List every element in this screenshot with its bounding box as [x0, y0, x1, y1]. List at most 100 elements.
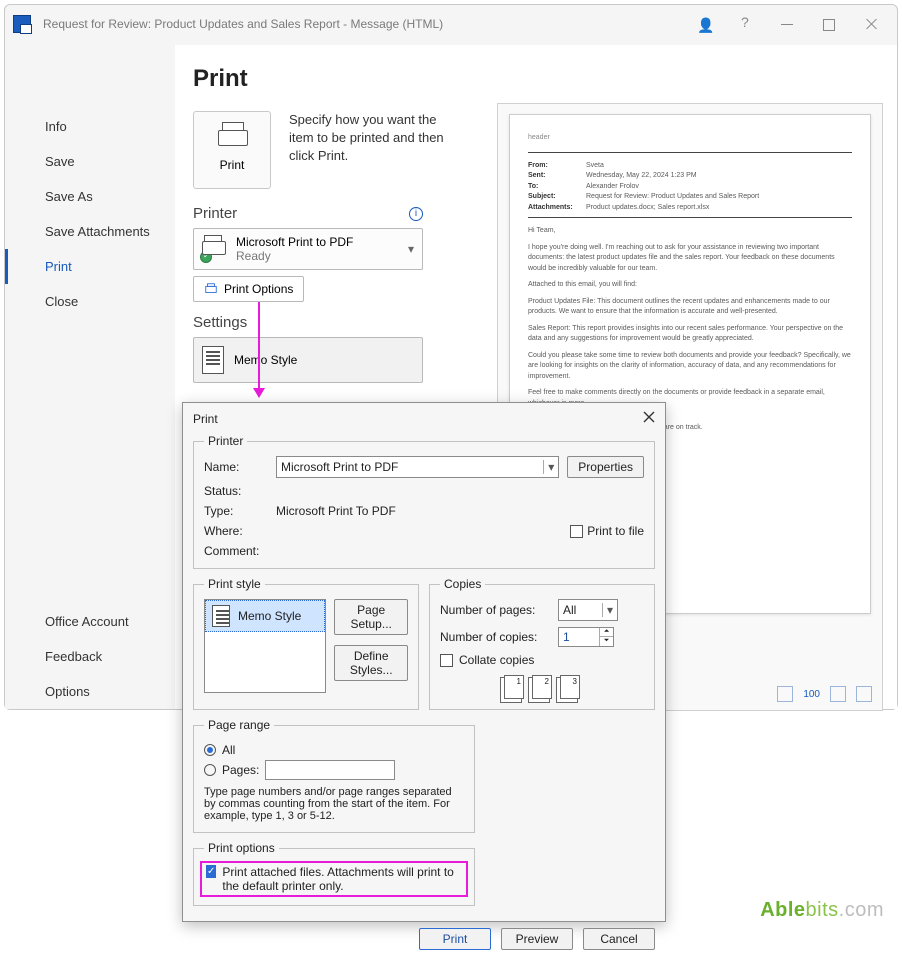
printer-dropdown[interactable]: Microsoft Print to PDF Ready ▾ — [193, 228, 423, 270]
titlebar: Request for Review: Product Updates and … — [5, 5, 897, 43]
properties-button[interactable]: Properties — [567, 456, 644, 478]
sidebar-item-feedback[interactable]: Feedback — [5, 639, 175, 674]
copies-fieldset: Copies Number of pages: All ▾ Number of … — [429, 577, 655, 710]
style-dropdown[interactable]: Memo Style — [193, 337, 423, 383]
num-pages-select[interactable]: All ▾ — [558, 599, 618, 621]
print-options-button[interactable]: Print Options — [193, 276, 304, 302]
page-range-fieldset: Page range All Pages: Type page numbers … — [193, 718, 475, 833]
copies-legend: Copies — [440, 577, 485, 591]
maximize-icon[interactable] — [823, 17, 837, 31]
preview-header: header — [528, 133, 852, 144]
style-name: Memo Style — [234, 353, 297, 367]
page-setup-button[interactable]: Page Setup... — [334, 599, 408, 635]
num-copies-label: Number of copies: — [440, 630, 552, 644]
dialog-preview-button[interactable]: Preview — [501, 928, 573, 950]
printer-name-select[interactable]: Microsoft Print to PDF ▾ — [276, 456, 559, 478]
settings-section-label: Settings — [193, 314, 423, 331]
define-styles-button[interactable]: Define Styles... — [334, 645, 408, 681]
multi-page-icon[interactable] — [856, 686, 872, 702]
print-options-label: Print Options — [224, 282, 293, 296]
radio-pages[interactable] — [204, 764, 216, 776]
window-controls: 👤 — [697, 17, 889, 31]
collate-illustration: 1 2 3 — [440, 675, 644, 699]
memo-style-icon — [212, 605, 230, 627]
zoom-value: 100 — [803, 689, 820, 700]
chevron-down-icon: ▾ — [543, 460, 554, 474]
sidebar-item-save-attachments[interactable]: Save Attachments — [5, 214, 175, 249]
print-attached-label: Print attached files. Attachments will p… — [222, 865, 462, 893]
page-range-legend: Page range — [204, 718, 274, 732]
sidebar-item-close[interactable]: Close — [5, 284, 175, 319]
name-label: Name: — [204, 460, 268, 474]
print-to-file-checkbox[interactable] — [570, 525, 583, 538]
pages-input[interactable] — [265, 760, 395, 780]
print-description: Specify how you want the item to be prin… — [289, 111, 459, 189]
num-pages-label: Number of pages: — [440, 603, 552, 617]
window-title: Request for Review: Product Updates and … — [43, 17, 443, 31]
actual-size-icon[interactable] — [830, 686, 846, 702]
outlook-app-icon — [13, 15, 31, 33]
preview-meta: From:Sveta Sent:Wednesday, May 22, 2024 … — [528, 161, 852, 214]
printer-legend: Printer — [204, 434, 247, 448]
printer-name-value: Microsoft Print to PDF — [281, 460, 398, 474]
print-dialog: Print Printer Name: Microsoft Print to P… — [182, 402, 666, 922]
sidebar-item-save[interactable]: Save — [5, 144, 175, 179]
print-attached-checkbox[interactable] — [206, 865, 216, 878]
dialog-title: Print — [193, 412, 218, 426]
backstage-sidebar: Info Save Save As Save Attachments Print… — [5, 45, 175, 709]
print-style-legend: Print style — [204, 577, 265, 591]
dialog-cancel-button[interactable]: Cancel — [583, 928, 655, 950]
ablebits-watermark: Ablebits.com — [760, 899, 884, 922]
zoom-page-icon[interactable] — [777, 686, 793, 702]
dialog-print-button[interactable]: Print — [419, 928, 491, 950]
sidebar-item-info[interactable]: Info — [5, 109, 175, 144]
minimize-icon[interactable] — [781, 17, 795, 31]
chevron-down-icon: ▾ — [408, 242, 414, 256]
close-dialog-icon[interactable] — [643, 411, 655, 426]
num-pages-value: All — [563, 603, 576, 617]
num-copies-input[interactable]: 1 ⏶⏷ — [558, 627, 614, 647]
type-label: Type: — [204, 504, 268, 518]
spin-buttons[interactable]: ⏶⏷ — [599, 628, 613, 646]
style-item-memo[interactable]: Memo Style — [205, 600, 325, 632]
print-button[interactable]: Print — [193, 111, 271, 189]
print-options-legend: Print options — [204, 841, 279, 855]
radio-all[interactable] — [204, 744, 216, 756]
memo-style-icon — [202, 346, 224, 374]
printer-name: Microsoft Print to PDF — [236, 235, 353, 249]
printer-icon — [218, 128, 246, 152]
account-icon[interactable]: 👤 — [697, 17, 711, 31]
type-value: Microsoft Print To PDF — [276, 504, 559, 518]
collate-checkbox[interactable] — [440, 654, 453, 667]
info-icon[interactable]: i — [409, 207, 423, 221]
collate-label: Collate copies — [459, 653, 534, 667]
sidebar-item-options[interactable]: Options — [5, 674, 175, 709]
chevron-down-icon: ▾ — [602, 603, 613, 617]
status-label: Status: — [204, 484, 268, 498]
sidebar-item-print[interactable]: Print — [5, 249, 175, 284]
num-copies-value: 1 — [559, 630, 599, 644]
radio-pages-label: Pages: — [222, 763, 259, 777]
print-options-fieldset: Print options Print attached files. Atta… — [193, 841, 475, 906]
help-icon[interactable] — [739, 17, 753, 31]
print-style-list[interactable]: Memo Style — [204, 599, 326, 693]
sidebar-item-save-as[interactable]: Save As — [5, 179, 175, 214]
close-window-icon[interactable] — [865, 17, 879, 31]
sidebar-item-office-account[interactable]: Office Account — [5, 604, 175, 639]
highlight-annotation: Print attached files. Attachments will p… — [200, 861, 468, 897]
comment-label: Comment: — [204, 544, 268, 558]
page-range-hint: Type page numbers and/or page ranges sep… — [204, 786, 464, 822]
print-to-file-label: Print to file — [587, 524, 644, 538]
print-button-label: Print — [220, 158, 245, 172]
page-title: Print — [193, 65, 879, 93]
print-options-icon — [204, 282, 218, 296]
printer-section-label: Printer i — [193, 205, 423, 222]
where-label: Where: — [204, 524, 268, 538]
preview-tools: 100 — [777, 686, 872, 702]
printer-status: Ready — [236, 249, 353, 263]
radio-all-label: All — [222, 743, 235, 757]
style-item-label: Memo Style — [238, 609, 301, 623]
printer-fieldset: Printer Name: Microsoft Print to PDF ▾ P… — [193, 434, 655, 569]
annotation-arrow — [258, 302, 260, 396]
printer-status-icon — [202, 239, 228, 259]
